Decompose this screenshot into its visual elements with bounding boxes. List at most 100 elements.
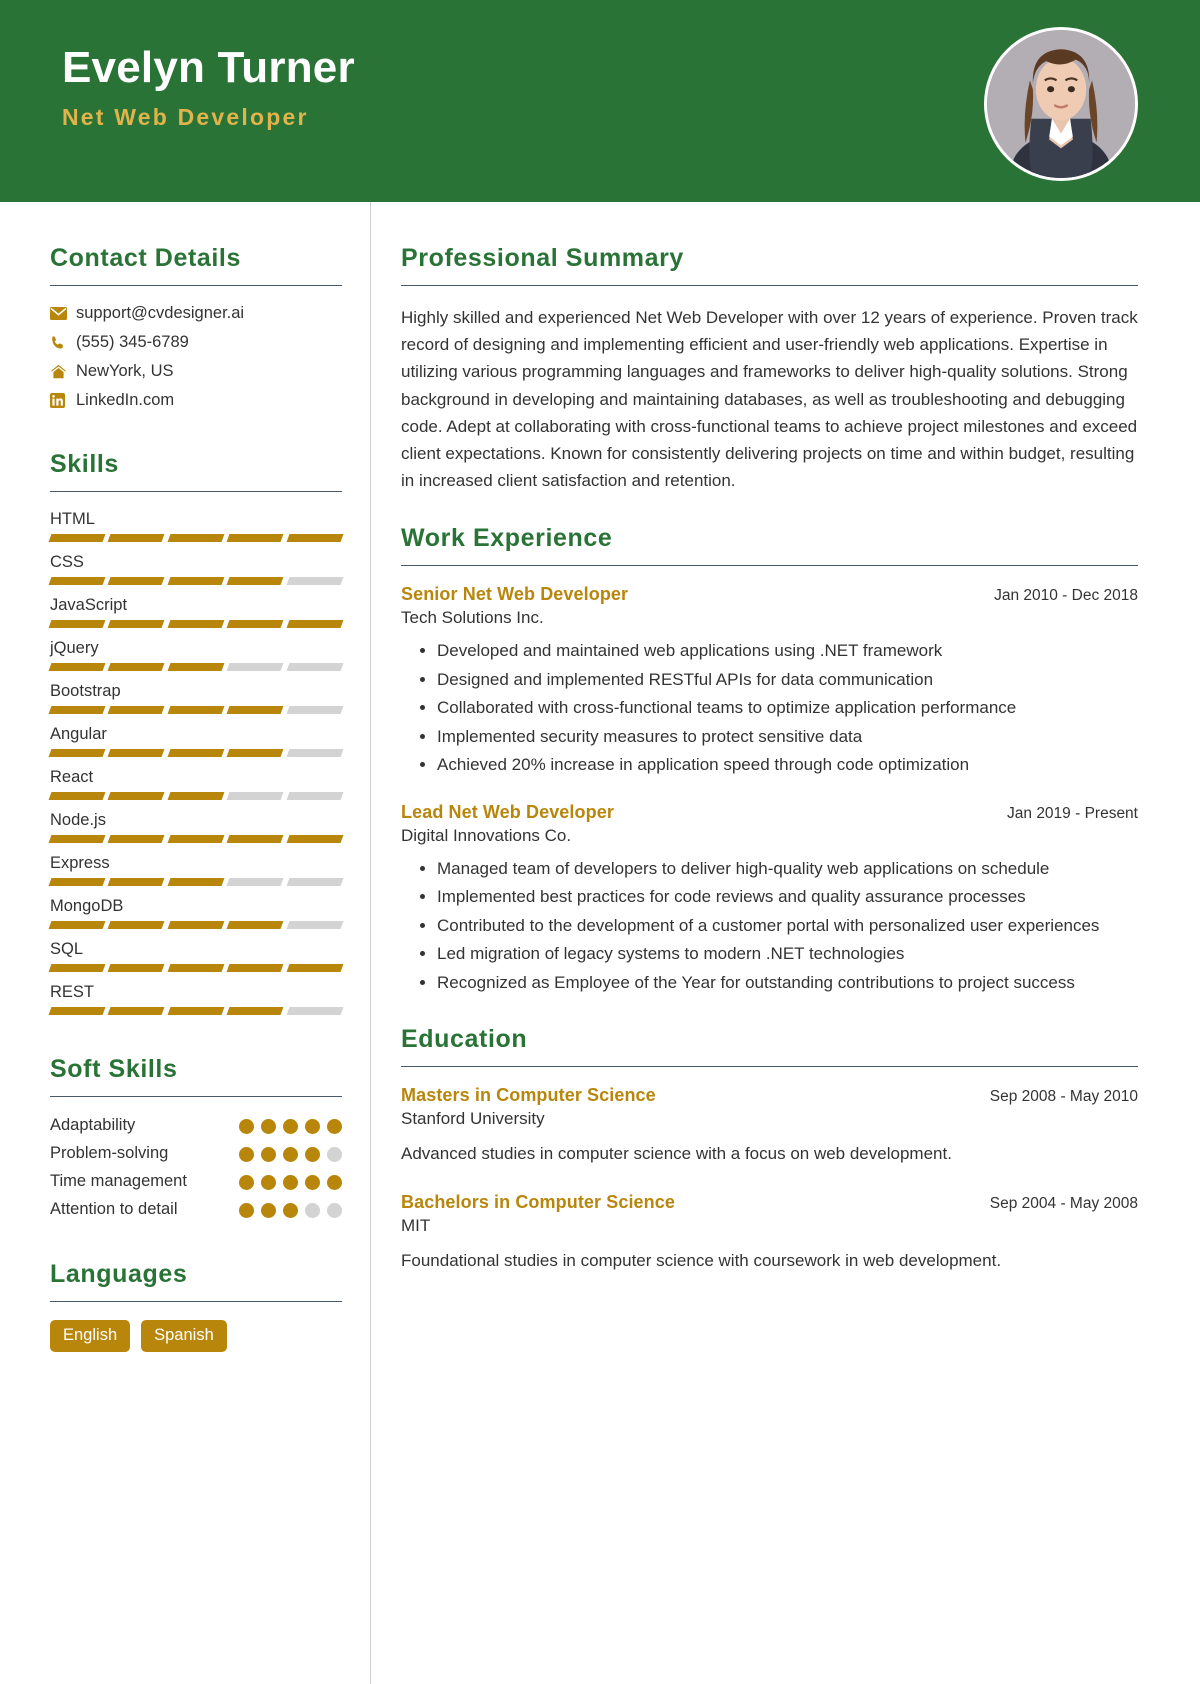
soft-skill-rating-dots — [239, 1171, 342, 1191]
skill-bar-segment — [107, 663, 166, 671]
soft-skill-rating-dots — [239, 1115, 342, 1134]
section-skills: Skills HTML CSS JavaScript jQuery Bootstrap A… — [48, 450, 344, 1015]
skill-level-bar — [48, 663, 344, 671]
work-entry: Lead Net Web Developer Jan 2019 - Present… — [401, 802, 1138, 996]
linkedin-icon — [50, 393, 76, 408]
soft-skill-label: Adaptability — [50, 1116, 136, 1134]
skill-bar-segment — [226, 663, 285, 671]
work-entry-bullets: Developed and maintained web application… — [401, 638, 1138, 778]
contact-value-location: NewYork, US — [76, 362, 174, 380]
languages-heading: Languages — [50, 1260, 188, 1289]
rating-dot — [327, 1203, 342, 1219]
education-entry-degree: Masters in Computer Science — [401, 1085, 656, 1106]
skill-level-bar — [48, 964, 344, 972]
rating-dot — [305, 1119, 320, 1134]
skill-bar-segment — [226, 1007, 285, 1015]
education-entry-school: Stanford University — [401, 1109, 545, 1129]
skill-row: Node.js — [48, 811, 344, 843]
skill-bar-segment — [107, 835, 166, 843]
skill-bar-segment — [286, 792, 344, 800]
skill-row: HTML — [48, 510, 344, 542]
skill-bar-segment — [286, 577, 344, 585]
skill-bar-segment — [48, 835, 106, 843]
skill-level-bar — [48, 577, 344, 585]
work-bullet-item: Led migration of legacy systems to moder… — [437, 941, 1138, 967]
soft-skill-rating-dots — [239, 1143, 342, 1163]
skill-bar-segment — [48, 1007, 106, 1015]
skill-row: CSS — [48, 553, 344, 585]
work-experience-heading: Work Experience — [401, 524, 613, 553]
contact-details-heading: Contact Details — [50, 244, 241, 272]
work-bullet-item: Designed and implemented RESTful APIs fo… — [437, 667, 1138, 693]
skill-bar-segment — [226, 620, 285, 628]
work-bullet-item: Developed and maintained web application… — [437, 638, 1138, 664]
contact-value-phone: (555) 345-6789 — [76, 333, 189, 351]
section-soft-skills: Soft Skills Adaptability Problem-solving T… — [50, 1055, 342, 1220]
skill-row: JavaScript — [48, 596, 344, 628]
contact-item-email[interactable]: support@cvdesigner.ai — [50, 304, 342, 323]
contact-item-phone[interactable]: (555) 345-6789 — [50, 333, 342, 352]
skill-bar-segment — [167, 663, 225, 671]
skill-bar-segment — [107, 534, 166, 542]
skill-row: React — [48, 768, 344, 800]
skill-row: REST — [48, 983, 344, 1015]
skill-bar-segment — [167, 706, 225, 714]
skill-bar-segment — [226, 878, 285, 886]
education-entry-degree: Bachelors in Computer Science — [401, 1191, 675, 1212]
skill-bar-segment — [107, 749, 166, 757]
skill-bar-segment — [226, 921, 285, 929]
main-content: Professional Summary Highly skilled and … — [371, 202, 1200, 1684]
skill-bar-segment — [48, 878, 106, 886]
skill-bar-segment — [226, 964, 285, 972]
skill-row: Express — [48, 854, 344, 886]
skill-level-bar — [48, 792, 344, 800]
skill-level-bar — [48, 1007, 344, 1015]
rating-dot — [239, 1203, 254, 1219]
work-entry-bullets: Managed team of developers to deliver hi… — [401, 856, 1138, 996]
skill-bar-segment — [167, 749, 225, 757]
work-experience-list: Senior Net Web Developer Jan 2010 - Dec 2… — [401, 584, 1138, 995]
skill-bar-segment — [226, 577, 285, 585]
soft-skill-rating-dots — [239, 1199, 342, 1219]
rating-dot — [239, 1119, 254, 1134]
work-entry-role: Lead Net Web Developer — [401, 801, 614, 822]
work-entry-company: Digital Innovations Co. — [401, 825, 572, 845]
skill-label: CSS — [50, 553, 84, 571]
contact-item-linkedin[interactable]: LinkedIn.com — [50, 391, 342, 410]
skill-label: REST — [50, 983, 95, 1001]
section-divider — [401, 1066, 1138, 1068]
skill-row: MongoDB — [48, 897, 344, 929]
soft-skill-label: Problem-solving — [50, 1144, 169, 1163]
rating-dot — [283, 1175, 298, 1191]
skill-bar-segment — [286, 749, 344, 757]
skill-bar-segment — [48, 663, 106, 671]
skill-bar-segment — [167, 878, 225, 886]
section-divider — [50, 285, 342, 286]
avatar — [984, 27, 1138, 181]
education-entry-dates: Sep 2008 - May 2010 — [989, 1088, 1138, 1106]
skill-level-bar — [48, 534, 344, 542]
skill-bar-segment — [48, 577, 106, 585]
professional-summary-text: Highly skilled and experienced Net Web D… — [401, 308, 1138, 491]
section-education: Education Masters in Computer Science Sep… — [401, 1025, 1138, 1274]
skill-bar-segment — [107, 620, 166, 628]
soft-skill-label: Attention to detail — [50, 1200, 178, 1219]
section-divider — [50, 491, 342, 492]
languages-list: English Spanish — [50, 1320, 342, 1353]
email-icon — [50, 307, 76, 320]
skill-bar-segment — [107, 706, 166, 714]
work-entry-header: Senior Net Web Developer Jan 2010 - Dec 2… — [401, 584, 1138, 605]
work-bullet-item: Collaborated with cross-functional teams… — [437, 695, 1138, 721]
skill-label: JavaScript — [50, 596, 128, 614]
work-entry-dates: Jan 2019 - Present — [1007, 804, 1138, 822]
skill-level-bar — [48, 835, 344, 843]
contact-item-location[interactable]: NewYork, US — [50, 362, 342, 381]
skill-bar-segment — [48, 749, 106, 757]
home-icon — [50, 364, 76, 379]
soft-skill-row: Time management — [50, 1171, 342, 1192]
soft-skills-heading: Soft Skills — [50, 1055, 178, 1083]
education-entry-header: Masters in Computer Science Sep 2008 - Ma… — [401, 1085, 1138, 1106]
skill-level-bar — [48, 749, 344, 757]
skill-row: jQuery — [48, 639, 344, 671]
rating-dot — [305, 1203, 320, 1219]
